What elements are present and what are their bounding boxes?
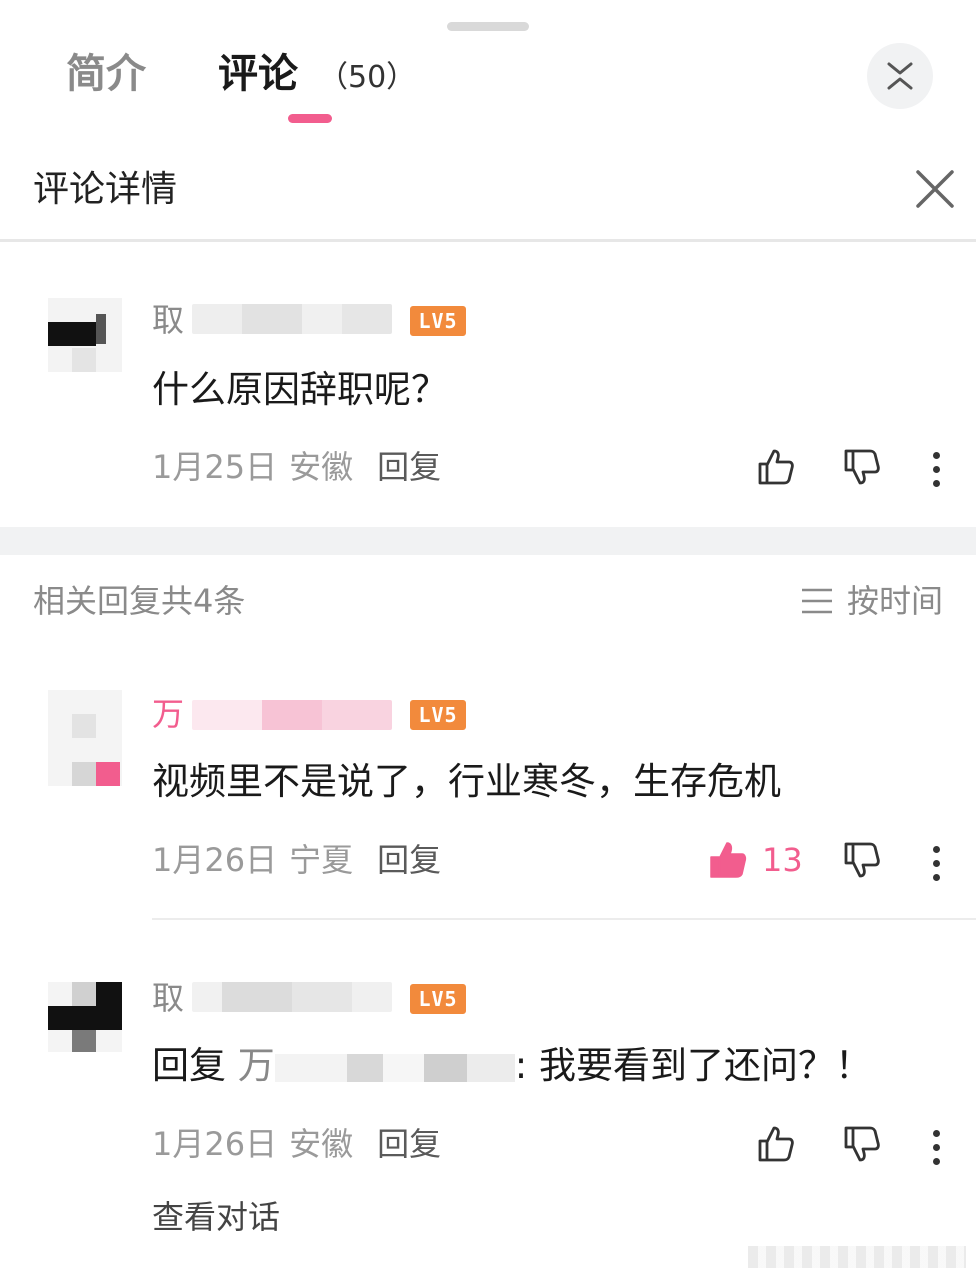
reply-mention[interactable]: 万	[238, 1044, 275, 1087]
comment-text: 视频里不是说了，行业寒冬，生存危机	[152, 760, 781, 803]
comment-meta: 1月26日 安徽 回复	[152, 1124, 441, 1164]
comment-count: （50）	[318, 60, 417, 95]
replies-count: 相关回复共4条	[33, 582, 246, 620]
reply-body: : 我要看到了还问？！	[514, 1044, 872, 1087]
detail-title: 评论详情	[33, 169, 178, 210]
like-count: 13	[762, 841, 803, 879]
comment-date: 1月26日	[152, 841, 278, 879]
reply-button[interactable]: 回复	[377, 448, 441, 486]
tab-intro[interactable]: 简介	[66, 48, 146, 100]
comment-meta: 1月26日 宁夏 回复	[152, 840, 441, 880]
comment-text: 回复 万 : 我要看到了还问？！	[152, 1042, 872, 1090]
comment-date: 1月25日	[152, 448, 278, 486]
view-conversation-link[interactable]: 查看对话	[152, 1196, 280, 1238]
close-icon[interactable]	[914, 168, 956, 210]
comment-text: 什么原因辞职呢？	[152, 368, 448, 411]
more-vertical-icon[interactable]	[926, 1130, 946, 1172]
collapse-button[interactable]	[867, 43, 933, 109]
username[interactable]: 取	[152, 978, 184, 1018]
tab-active-indicator	[288, 114, 332, 123]
username-redacted	[192, 700, 392, 730]
section-divider	[0, 527, 976, 555]
avatar[interactable]	[48, 298, 122, 372]
more-vertical-icon[interactable]	[926, 452, 946, 494]
thumbs-up-icon[interactable]	[756, 1124, 796, 1164]
tab-comments[interactable]: 评论	[218, 48, 298, 100]
comment-meta: 1月25日 安徽 回复	[152, 447, 441, 487]
reply-divider	[152, 918, 976, 920]
username[interactable]: 万	[152, 694, 184, 734]
reply-button[interactable]: 回复	[377, 841, 441, 879]
thumbs-down-icon[interactable]	[842, 1124, 882, 1164]
sort-lines-icon	[802, 588, 832, 614]
mention-redacted	[274, 1053, 515, 1082]
comment-location: 宁夏	[289, 841, 354, 879]
level-badge: LV5	[410, 984, 466, 1014]
avatar[interactable]	[48, 690, 122, 786]
thumbs-down-icon[interactable]	[842, 447, 882, 487]
username[interactable]: 取	[152, 300, 184, 340]
thumbs-down-icon[interactable]	[842, 840, 882, 880]
reply-prefix: 回复	[152, 1044, 238, 1087]
watermark	[748, 1246, 966, 1268]
comment-date: 1月26日	[152, 1125, 278, 1163]
level-badge: LV5	[410, 306, 466, 336]
more-vertical-icon[interactable]	[926, 846, 946, 888]
thumbs-up-icon[interactable]	[756, 447, 796, 487]
thumbs-up-icon[interactable]	[708, 840, 748, 880]
chevron-collapse-icon	[887, 62, 913, 90]
drag-handle[interactable]	[447, 22, 529, 31]
reply-button[interactable]: 回复	[377, 1125, 441, 1163]
level-badge: LV5	[410, 700, 466, 730]
avatar[interactable]	[48, 982, 122, 1056]
username-redacted	[192, 982, 392, 1012]
comment-detail-header: 评论详情	[0, 140, 976, 242]
comment-location: 安徽	[289, 448, 354, 486]
username-redacted	[192, 304, 392, 334]
sort-label: 按时间	[847, 582, 944, 620]
comment-location: 安徽	[289, 1125, 354, 1163]
